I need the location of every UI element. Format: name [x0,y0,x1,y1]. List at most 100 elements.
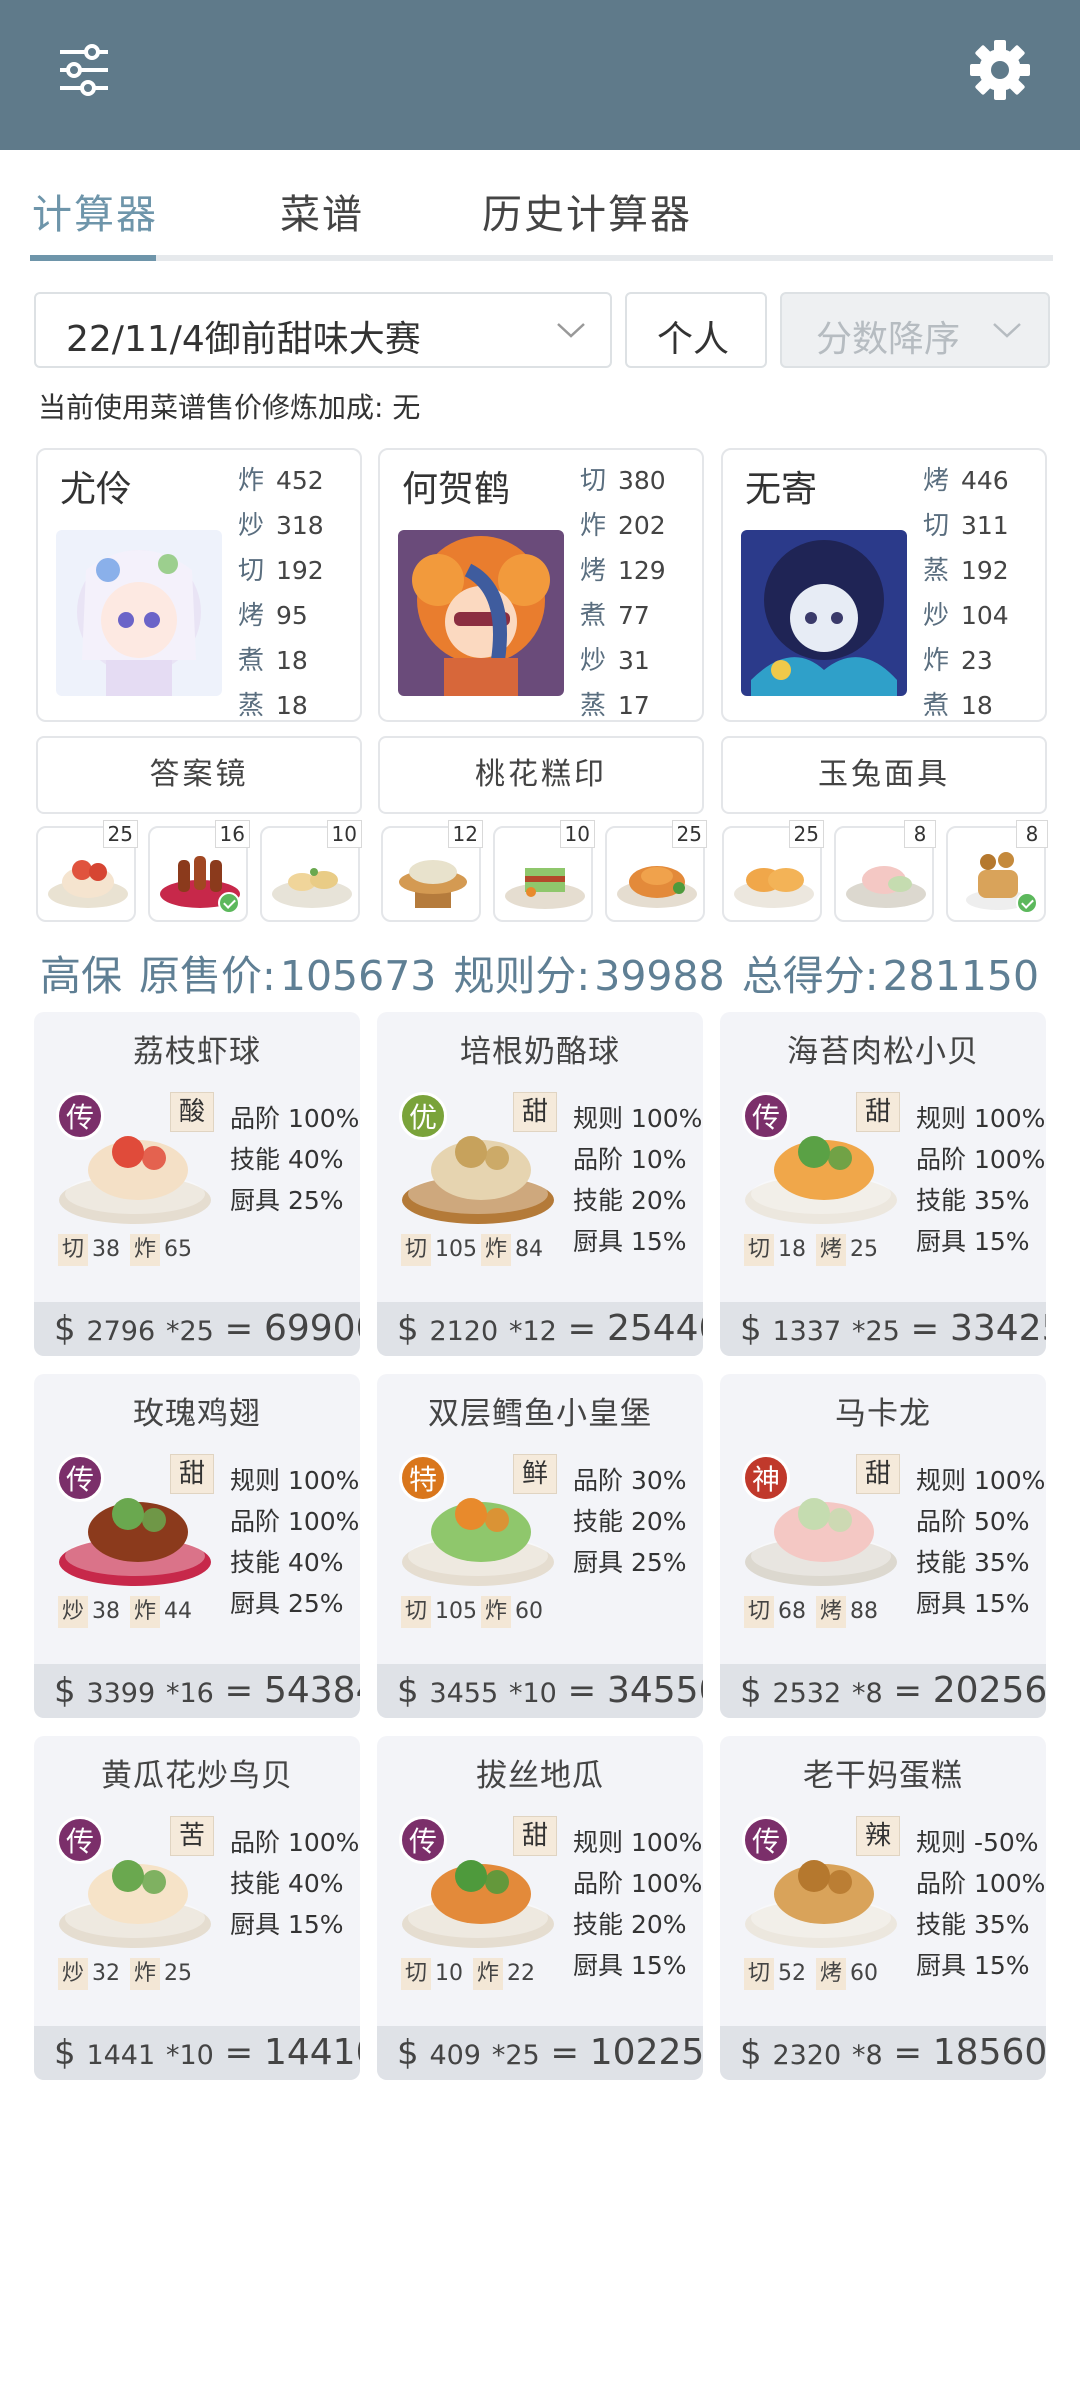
chef-card[interactable]: 无寄 烤 446 切 311 蒸 192 炒 104 炸 23 煮 18 [721,448,1047,722]
skill-requirement: 炒 32 [58,1958,120,1990]
ingredient-item[interactable]: 8 [946,820,1048,922]
dish-stat: 技能 35% [916,1910,1030,1939]
skill-requirement: 炸 44 [130,1596,192,1628]
chef-stats: 炸 452 炒 318 切 192 烤 95 煮 18 蒸 18 [238,466,324,721]
contest-select[interactable]: 22/11/4御前甜味大赛 [34,292,612,368]
check-icon [218,892,240,914]
ingredient-item[interactable]: 25 [36,820,138,922]
ingredient-item[interactable]: 12 [381,820,483,922]
equip-button[interactable]: 桃花糕印 [378,736,704,814]
mode-button-label: 个人 [657,319,730,360]
chef-stats: 切 380 炸 202 烤 129 煮 77 炒 31 蒸 17 [580,466,666,721]
dish-stat: 规则 100% [230,1466,360,1495]
dish-stat: 厨具 25% [230,1589,344,1618]
chef-name: 无寄 [745,469,818,510]
dish-stat: 技能 40% [230,1145,344,1174]
dish-multiplier: *16 [165,1678,214,1709]
mode-button[interactable]: 个人 [625,292,767,368]
dish-stat: 厨具 15% [916,1227,1030,1256]
dish-stat: 技能 35% [916,1186,1030,1215]
item-count: 8 [904,820,936,848]
rarity-badge: 传 [56,1454,104,1502]
dish-stat: 技能 20% [573,1186,687,1215]
dish-card[interactable]: 黄瓜花炒鸟贝 传 苦 品阶 100% 技能 40% 厨具 15% 炒 32 炸 25 $… [34,1736,360,2080]
ingredient-item[interactable]: 25 [605,820,707,922]
dish-stat: 厨具 15% [573,1227,687,1256]
dish-price-row: $ 3455 *10 = 34550 [377,1664,703,1718]
dish-price: 1337 [772,1316,842,1347]
taste-tag: 甜 [513,1092,557,1132]
equip-button[interactable]: 答案镜 [36,736,362,814]
dish-total: 20256 [932,1670,1046,1711]
rarity-badge: 传 [399,1816,447,1864]
dish-card[interactable]: 老干妈蛋糕 传 辣 规则 -50% 品阶 100% 技能 35% 厨具 15% 切 52… [720,1736,1046,2080]
dish-stat: 品阶 30% [573,1466,687,1495]
dish-stats: 品阶 30% 技能 20% 厨具 25% [573,1460,687,1583]
tab-recipes[interactable]: 菜谱 [280,182,364,240]
taste-tag: 甜 [513,1816,557,1856]
chef-card[interactable]: 尤伶 炸 452 炒 318 切 192 烤 95 煮 18 蒸 18 [36,448,362,722]
dish-multiplier: *8 [851,2040,883,2071]
skill-requirement: 烤 88 [816,1596,878,1628]
dish-total: 10225 [589,2032,703,2073]
dish-stat: 技能 20% [573,1910,687,1939]
dish-multiplier: *8 [851,1678,883,1709]
dish-card[interactable]: 马卡龙 神 甜 规则 100% 品阶 50% 技能 35% 厨具 15% 切 68 烤8… [720,1374,1046,1718]
dish-name: 双层鳕鱼小皇堡 [428,1396,652,1432]
tab-calculator[interactable]: 计算器 [32,182,158,240]
skill-requirement: 炸 25 [130,1958,192,1990]
dish-total: 18560 [932,2032,1046,2073]
dish-card[interactable]: 培根奶酪球 优 甜 规则 100% 品阶 10% 技能 20% 厨具 15% 切 105… [377,1012,703,1356]
dish-card[interactable]: 海苔肉松小贝 传 甜 规则 100% 品阶 100% 技能 35% 厨具 15% 切1… [720,1012,1046,1356]
skill-requirement: 切 105 [401,1596,477,1628]
dish-card[interactable]: 玫瑰鸡翅 传 甜 规则 100% 品阶 100% 技能 40% 厨具 25% 炒 38 … [34,1374,360,1718]
dish-total: 33425 [949,1308,1046,1349]
dish-card[interactable]: 拔丝地瓜 传 甜 规则 100% 品阶 100% 技能 20% 厨具 15% 切 10 … [377,1736,703,2080]
dish-price-row: $ 1337 *25 = 33425 [720,1302,1046,1356]
dish-multiplier: *10 [508,1678,557,1709]
equip-button[interactable]: 玉兔面具 [721,736,1047,814]
taste-tag: 辣 [856,1816,900,1856]
rarity-badge: 传 [56,1816,104,1864]
dish-multiplier: *25 [491,2040,540,2071]
ingredient-item[interactable]: 16 [148,820,250,922]
dish-price: 2120 [429,1316,499,1347]
tab-bar: 计算器 菜谱 历史计算器 [30,160,1053,264]
dish-stat: 规则 -50% [916,1828,1039,1857]
tab-history-calculator[interactable]: 历史计算器 [482,182,692,240]
taste-tag: 酸 [170,1092,214,1132]
dish-stat: 品阶 100% [916,1869,1046,1898]
rarity-badge: 特 [399,1454,447,1502]
taste-tag: 甜 [170,1454,214,1494]
dish-card[interactable]: 荔枝虾球 传 酸 品阶 100% 技能 40% 厨具 25% 切 38 炸 65 $ 2… [34,1012,360,1356]
dish-stat: 厨具 15% [916,1951,1030,1980]
dish-price: 3399 [86,1678,156,1709]
item-count: 12 [447,820,483,848]
dish-price: 2532 [772,1678,842,1709]
dish-name: 玫瑰鸡翅 [133,1396,261,1432]
gear-icon[interactable] [968,38,1032,102]
chef-name: 尤伶 [60,469,133,510]
sliders-icon[interactable] [56,42,112,98]
dish-stat: 厨具 25% [573,1548,687,1577]
skill-requirement: 烤 25 [816,1234,878,1266]
dish-stat: 品阶 100% [230,1104,360,1133]
sort-select[interactable]: 分数降序 [780,292,1050,368]
chef-card[interactable]: 何贺鹤 切 380 炸 202 烤 129 煮 77 炒 31 蒸 17 [378,448,704,722]
tab-indicator [30,255,156,261]
item-count: 25 [788,820,824,848]
skill-requirement: 切 18 [744,1234,806,1266]
dish-card[interactable]: 双层鳕鱼小皇堡 特 鲜 品阶 30% 技能 20% 厨具 25% 切 105 炸 60 … [377,1374,703,1718]
contest-select-value: 22/11/4御前甜味大赛 [66,319,421,360]
dish-stat: 品阶 10% [573,1145,687,1174]
ingredient-item[interactable]: 8 [834,820,936,922]
rarity-badge: 神 [742,1454,790,1502]
dish-name: 培根奶酪球 [460,1034,620,1070]
dish-multiplier: *10 [165,2040,214,2071]
ingredient-item[interactable]: 10 [260,820,362,922]
dish-total: 69900 [263,1308,360,1349]
ingredient-item[interactable]: 10 [493,820,595,922]
ingredient-item[interactable]: 25 [722,820,824,922]
chef-avatar [398,530,564,696]
dish-stat: 技能 40% [230,1869,344,1898]
